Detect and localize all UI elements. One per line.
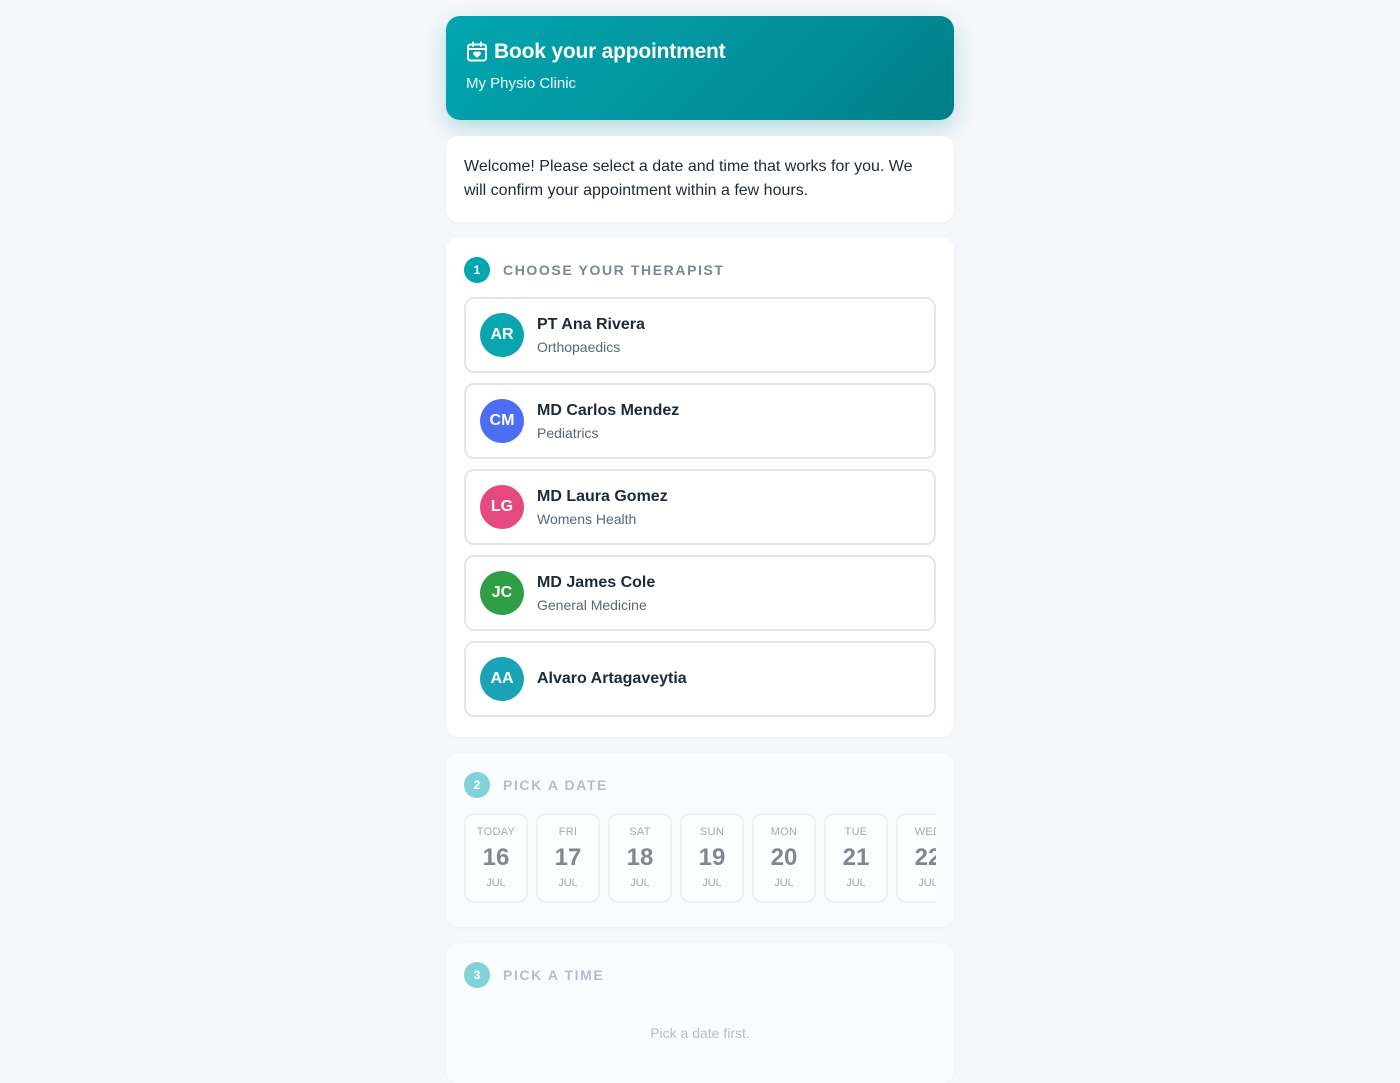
step-header: 3 PICK A TIME — [464, 962, 936, 988]
therapist-info: MD Carlos Mendez Pediatrics — [537, 402, 679, 441]
date-option[interactable]: TODAY 16 JUL — [464, 813, 528, 903]
avatar: AR — [480, 313, 524, 357]
date-day: 21 — [842, 844, 870, 871]
therapist-option-ana-rivera[interactable]: AR PT Ana Rivera Orthopaedics — [464, 297, 936, 373]
avatar: JC — [480, 571, 524, 615]
therapist-info: PT Ana Rivera Orthopaedics — [537, 316, 645, 355]
step-number: 2 — [464, 772, 490, 798]
calendar-heart-icon — [466, 41, 488, 63]
date-month: JUL — [774, 877, 794, 889]
therapist-name: MD Laura Gomez — [537, 487, 668, 505]
booking-page: Book your appointment My Physio Clinic W… — [446, 16, 954, 1083]
date-day: 18 — [626, 844, 654, 871]
date-month: JUL — [702, 877, 722, 889]
date-month: JUL — [918, 877, 936, 889]
date-day: 17 — [554, 844, 582, 871]
date-option[interactable]: WED 22 JUL — [896, 813, 936, 903]
welcome-message: Welcome! Please select a date and time t… — [446, 136, 954, 222]
clinic-name: My Physio Clinic — [466, 75, 577, 92]
therapist-specialty: Pediatrics — [537, 424, 599, 441]
therapist-list: AR PT Ana Rivera Orthopaedics CM MD Carl… — [464, 297, 936, 717]
step-pick-time: 3 PICK A TIME Pick a date first. — [446, 943, 954, 1083]
therapist-info: Alvaro Artagaveytia — [537, 670, 687, 688]
therapist-option-carlos-mendez[interactable]: CM MD Carlos Mendez Pediatrics — [464, 383, 936, 459]
step-number: 3 — [464, 962, 490, 988]
date-day: 19 — [698, 844, 726, 871]
therapist-info: MD James Cole General Medicine — [537, 574, 655, 613]
date-weekday: TUE — [844, 826, 868, 838]
step-pick-date: 2 PICK A DATE TODAY 16 JUL FRI 17 JUL SA… — [446, 753, 954, 927]
date-month: JUL — [846, 877, 866, 889]
header-title-row: Book your appointment — [466, 40, 934, 64]
therapist-info: MD Laura Gomez Womens Health — [537, 488, 668, 527]
date-day: 16 — [482, 844, 510, 871]
therapist-name: MD James Cole — [537, 573, 656, 591]
date-option[interactable]: MON 20 JUL — [752, 813, 816, 903]
date-option[interactable]: FRI 17 JUL — [536, 813, 600, 903]
page-header: Book your appointment My Physio Clinic — [446, 16, 954, 120]
date-option[interactable]: SAT 18 JUL — [608, 813, 672, 903]
date-weekday: TODAY — [476, 826, 516, 838]
step-header: 1 CHOOSE YOUR THERAPIST — [464, 257, 936, 283]
therapist-option-laura-gomez[interactable]: LG MD Laura Gomez Womens Health — [464, 469, 936, 545]
therapist-option-james-cole[interactable]: JC MD James Cole General Medicine — [464, 555, 936, 631]
therapist-name: Alvaro Artagaveytia — [537, 670, 687, 687]
step-label: CHOOSE YOUR THERAPIST — [503, 262, 725, 278]
date-day: 20 — [770, 844, 798, 871]
therapist-option-alvaro-artagaveytia[interactable]: AA Alvaro Artagaveytia — [464, 641, 936, 717]
step-label: PICK A TIME — [503, 967, 605, 983]
time-hint: Pick a date first. — [650, 1025, 750, 1041]
therapist-specialty: Womens Health — [537, 510, 637, 527]
step-number: 1 — [464, 257, 490, 283]
therapist-name: MD Carlos Mendez — [537, 401, 680, 419]
date-month: JUL — [486, 877, 506, 889]
date-weekday: FRI — [558, 826, 578, 838]
date-weekday: MON — [770, 826, 798, 838]
avatar: CM — [480, 399, 524, 443]
avatar: LG — [480, 485, 524, 529]
date-month: JUL — [558, 877, 578, 889]
therapist-specialty: Orthopaedics — [537, 338, 621, 355]
avatar: AA — [480, 657, 524, 701]
date-day: 22 — [914, 844, 936, 871]
date-strip[interactable]: TODAY 16 JUL FRI 17 JUL SAT 18 JUL SUN 1… — [464, 813, 936, 903]
date-weekday: SAT — [629, 826, 651, 838]
therapist-specialty: General Medicine — [537, 596, 647, 613]
date-weekday: SUN — [699, 826, 725, 838]
date-weekday: WED — [914, 826, 936, 838]
therapist-name: PT Ana Rivera — [537, 315, 645, 333]
date-option[interactable]: TUE 21 JUL — [824, 813, 888, 903]
date-option[interactable]: SUN 19 JUL — [680, 813, 744, 903]
step-choose-therapist: 1 CHOOSE YOUR THERAPIST AR PT Ana Rivera… — [446, 238, 954, 737]
date-month: JUL — [630, 877, 650, 889]
step-header: 2 PICK A DATE — [464, 772, 936, 798]
page-title: Book your appointment — [494, 40, 726, 63]
step-label: PICK A DATE — [503, 777, 608, 793]
